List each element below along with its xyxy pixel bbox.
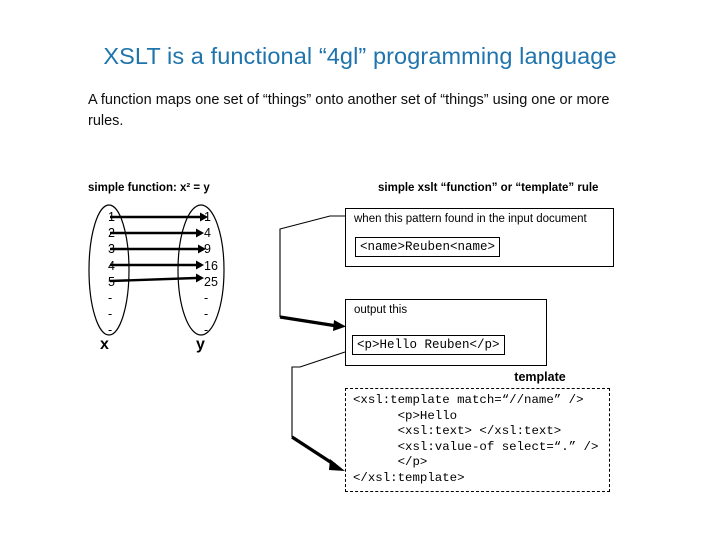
list-item: 4 xyxy=(108,258,115,273)
output-code-chip: <p>Hello Reuben</p> xyxy=(352,335,505,355)
list-item: - xyxy=(204,307,209,322)
list-item: 1 xyxy=(204,210,211,224)
list-item: - xyxy=(108,323,113,338)
range-value-list: 1 4 9 16 25 - - - xyxy=(204,209,218,339)
slide-canvas: XSLT is a functional “4gl” programming l… xyxy=(0,0,720,540)
domain-value-list: 1 2 3 4 5 - - - xyxy=(108,209,115,339)
list-item: 25 xyxy=(204,274,218,289)
list-item: 9 xyxy=(204,242,211,257)
page-title: XSLT is a functional “4gl” programming l… xyxy=(103,43,617,69)
list-item: 2 xyxy=(108,226,115,241)
pattern-box-label: when this pattern found in the input doc… xyxy=(354,213,587,225)
right-diagram-caption: simple xslt “function” or “template” rul… xyxy=(378,182,599,194)
template-code-box: <xsl:template match=“//name” /> <p>Hello… xyxy=(345,388,610,492)
connector-output-to-template xyxy=(291,351,346,471)
template-caption: template xyxy=(514,370,566,384)
pattern-box: when this pattern found in the input doc… xyxy=(345,208,614,267)
list-item: - xyxy=(204,323,209,338)
output-box-label: output this xyxy=(354,304,408,316)
template-code: <xsl:template match=“//name” /> <p>Hello… xyxy=(353,393,599,485)
list-item: - xyxy=(204,290,209,305)
output-box: output this <p>Hello Reuben</p> xyxy=(345,299,547,366)
list-item: - xyxy=(108,290,113,305)
list-item: - xyxy=(108,307,113,322)
list-item: 16 xyxy=(204,258,218,273)
list-item: 4 xyxy=(204,226,211,241)
left-diagram-caption: simple function: x² = y xyxy=(88,182,210,194)
subtitle-paragraph: A function maps one set of “things” onto… xyxy=(88,92,610,129)
list-item: 5 xyxy=(108,274,115,289)
list-item: 1 xyxy=(108,210,115,224)
pattern-code-chip: <name>Reuben<name> xyxy=(355,237,501,257)
domain-set-label: x xyxy=(100,336,109,353)
range-set-label: y xyxy=(196,336,205,353)
list-item: 3 xyxy=(108,242,115,257)
